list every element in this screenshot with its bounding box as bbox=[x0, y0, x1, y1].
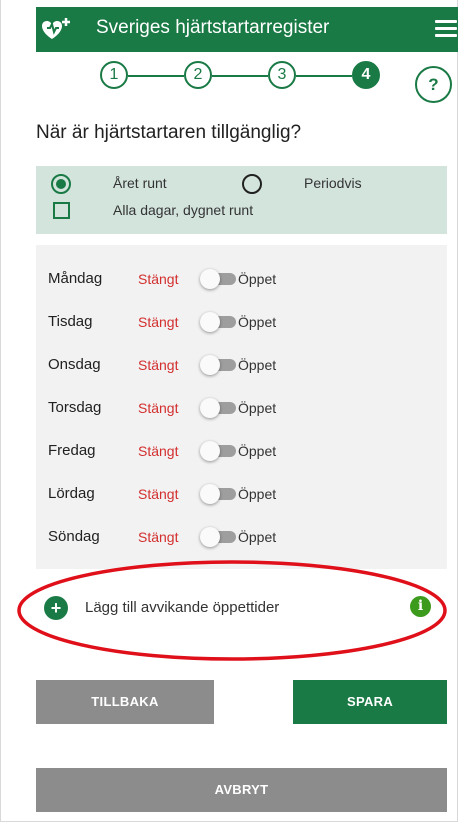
open-label: Öppet bbox=[238, 400, 277, 416]
day-name: Tisdag bbox=[48, 313, 93, 330]
availability-panel: Året runt Periodvis Alla dagar, dygnet r… bbox=[36, 166, 447, 234]
open-toggle-monday[interactable] bbox=[200, 269, 236, 289]
cancel-button[interactable]: AVBRYT bbox=[36, 768, 447, 812]
step-2[interactable]: 2 bbox=[184, 61, 212, 89]
day-row-sunday: Söndag Stängt Öppet bbox=[36, 524, 447, 550]
open-label: Öppet bbox=[238, 314, 277, 330]
hamburger-menu-icon[interactable] bbox=[435, 20, 457, 38]
step-connector bbox=[296, 75, 352, 77]
day-row-tuesday: Tisdag Stängt Öppet bbox=[36, 309, 447, 335]
open-toggle-tuesday[interactable] bbox=[200, 312, 236, 332]
open-toggle-saturday[interactable] bbox=[200, 484, 236, 504]
save-button[interactable]: SPARA bbox=[293, 680, 447, 724]
day-name: Lördag bbox=[48, 485, 95, 502]
day-name: Torsdag bbox=[48, 399, 102, 416]
open-label: Öppet bbox=[238, 357, 277, 373]
day-row-thursday: Torsdag Stängt Öppet bbox=[36, 395, 447, 421]
red-highlight-ellipse bbox=[17, 560, 447, 661]
closed-label: Stängt bbox=[138, 529, 179, 545]
day-name: Fredag bbox=[48, 442, 96, 459]
help-button[interactable]: ? bbox=[415, 66, 452, 103]
day-name: Måndag bbox=[48, 270, 103, 287]
open-label: Öppet bbox=[238, 443, 277, 459]
all-days-label: Alla dagar, dygnet runt bbox=[113, 202, 254, 218]
step-connector bbox=[212, 75, 268, 77]
step-connector bbox=[128, 75, 184, 77]
day-row-monday: Måndag Stängt Öppet bbox=[36, 266, 447, 292]
step-4-active[interactable]: 4 bbox=[352, 61, 380, 89]
heart-defibrillator-icon[interactable] bbox=[38, 16, 72, 46]
day-name: Onsdag bbox=[48, 356, 101, 373]
closed-label: Stängt bbox=[138, 443, 179, 459]
open-toggle-sunday[interactable] bbox=[200, 527, 236, 547]
closed-label: Stängt bbox=[138, 357, 179, 373]
back-button[interactable]: TILLBAKA bbox=[36, 680, 214, 724]
step-3[interactable]: 3 bbox=[268, 61, 296, 89]
day-row-saturday: Lördag Stängt Öppet bbox=[36, 481, 447, 507]
progress-stepper: 1 2 3 4 bbox=[100, 61, 380, 91]
availability-question: När är hjärtstartaren tillgänglig? bbox=[36, 122, 302, 143]
open-label: Öppet bbox=[238, 529, 277, 545]
open-toggle-thursday[interactable] bbox=[200, 398, 236, 418]
closed-label: Stängt bbox=[138, 271, 179, 287]
day-name: Söndag bbox=[48, 528, 100, 545]
day-row-wednesday: Onsdag Stängt Öppet bbox=[36, 352, 447, 378]
closed-label: Stängt bbox=[138, 486, 179, 502]
open-toggle-friday[interactable] bbox=[200, 441, 236, 461]
all-days-checkbox[interactable] bbox=[53, 202, 70, 219]
open-label: Öppet bbox=[238, 271, 277, 287]
open-label: Öppet bbox=[238, 486, 277, 502]
step-1[interactable]: 1 bbox=[100, 61, 128, 89]
periodic-label: Periodvis bbox=[304, 175, 362, 191]
day-row-friday: Fredag Stängt Öppet bbox=[36, 438, 447, 464]
radio-year-round[interactable] bbox=[51, 174, 71, 194]
radio-periodic[interactable] bbox=[242, 174, 262, 194]
year-round-label: Året runt bbox=[113, 175, 167, 191]
weekly-schedule-panel: Måndag Stängt Öppet Tisdag Stängt Öppet … bbox=[36, 245, 447, 569]
closed-label: Stängt bbox=[138, 400, 179, 416]
closed-label: Stängt bbox=[138, 314, 179, 330]
open-toggle-wednesday[interactable] bbox=[200, 355, 236, 375]
app-title: Sveriges hjärtstartarregister bbox=[96, 17, 330, 38]
